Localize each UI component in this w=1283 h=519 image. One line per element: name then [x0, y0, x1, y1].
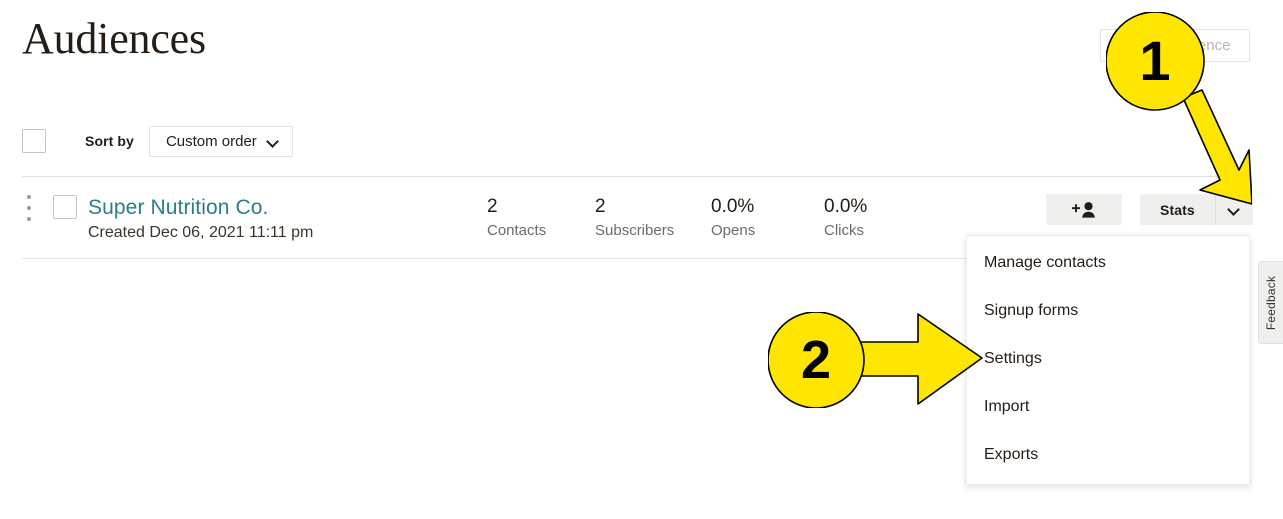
sort-order-select[interactable]: Custom order [148, 125, 293, 157]
audience-created-date: Created Dec 06, 2021 11:11 pm [88, 224, 314, 241]
stat-clicks: 0.0% Clicks [824, 195, 867, 241]
row-checkbox[interactable] [53, 195, 77, 219]
menu-item-exports[interactable]: Exports [984, 444, 1038, 465]
drag-handle-icon[interactable] [27, 195, 33, 221]
audience-name-link[interactable]: Super Nutrition Co. [88, 195, 268, 221]
sort-order-value: Custom order [165, 132, 257, 150]
callout-2: 2 [767, 311, 984, 413]
stat-subscribers-value: 2 [595, 196, 606, 217]
callout-2-number: 2 [800, 330, 832, 390]
menu-item-signup-forms[interactable]: Signup forms [984, 300, 1078, 321]
stat-opens: 0.0% Opens [711, 195, 755, 241]
stat-contacts-label: Contacts [487, 222, 547, 239]
stat-subscribers: 2 Subscribers [595, 195, 674, 241]
stat-clicks-value: 0.0% [824, 196, 868, 217]
chevron-down-icon [268, 136, 279, 147]
select-all-checkbox[interactable] [22, 129, 46, 153]
menu-item-manage-contacts[interactable]: Manage contacts [984, 252, 1106, 273]
stat-opens-value: 0.0% [711, 196, 755, 217]
feedback-label: Feedback [1264, 275, 1278, 330]
list-toolbar: Sort by Custom order [22, 125, 293, 157]
callout-1-number: 1 [1139, 29, 1171, 92]
stat-opens-label: Opens [711, 222, 756, 239]
page-title: Audiences [22, 14, 206, 63]
sort-by-label: Sort by [85, 133, 134, 149]
audience-actions-menu: Manage contacts Signup forms Settings Im… [966, 235, 1250, 485]
menu-item-settings[interactable]: Settings [984, 348, 1042, 369]
feedback-tab[interactable]: Feedback [1258, 261, 1283, 344]
stat-contacts-value: 2 [487, 196, 498, 217]
add-person-icon [1072, 201, 1095, 218]
menu-item-import[interactable]: Import [984, 396, 1029, 417]
stat-subscribers-label: Subscribers [595, 222, 675, 239]
callout-1: 1 [1105, 11, 1253, 217]
stat-clicks-label: Clicks [824, 222, 864, 239]
stat-contacts: 2 Contacts [487, 195, 546, 241]
